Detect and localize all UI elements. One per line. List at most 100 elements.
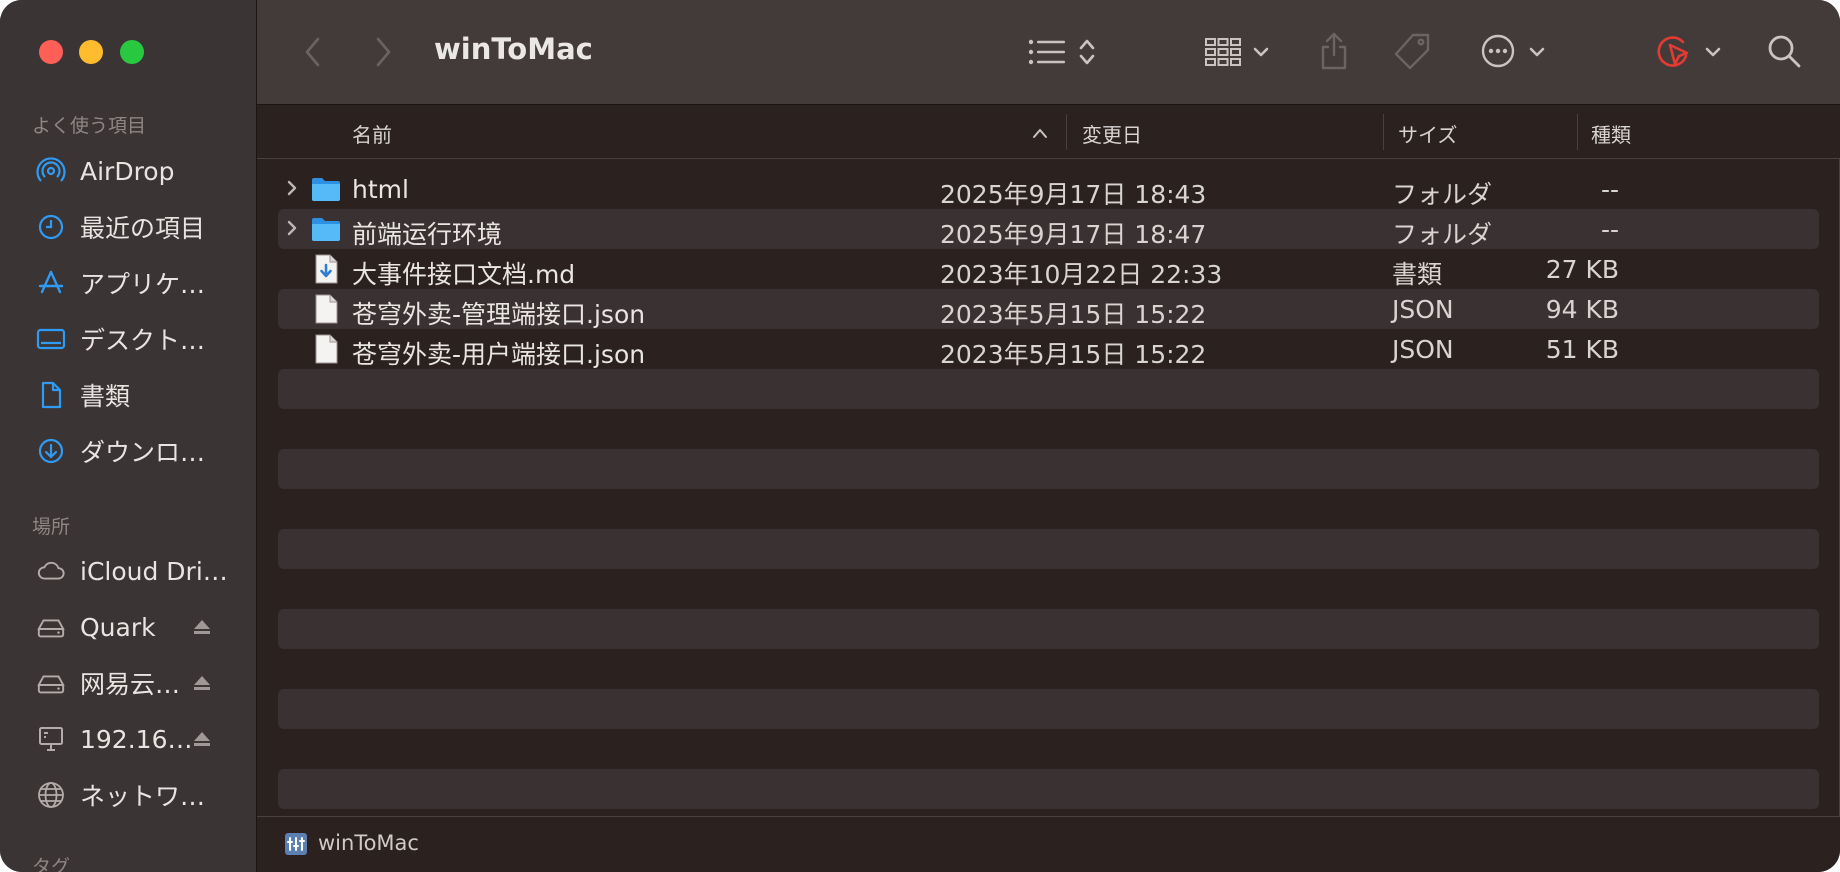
tag-icon[interactable]	[1392, 30, 1434, 72]
folder-icon	[310, 213, 342, 245]
empty-row-stripe	[278, 769, 1819, 809]
sidebar-item-label: AirDrop	[80, 156, 175, 186]
file-row[interactable]: 前端运行环境 2025年9月17日 18:47 -- フォルダ	[278, 209, 1819, 249]
desktop-icon	[36, 324, 66, 354]
sidebar-item-icloud[interactable]: iCloud Dri…	[0, 547, 256, 595]
file-size: 94 KB	[1545, 295, 1619, 324]
sidebar-item-documents[interactable]: 書類	[0, 371, 256, 419]
file-row[interactable]: html 2025年9月17日 18:43 -- フォルダ	[278, 169, 1819, 209]
minimize-button[interactable]	[79, 40, 103, 64]
empty-row-stripe	[278, 449, 1819, 489]
globe-icon	[36, 780, 66, 810]
file-date: 2025年9月17日 18:43	[940, 180, 1207, 209]
column-divider[interactable]	[1577, 114, 1578, 150]
sidebar-item-downloads[interactable]: ダウンロ…	[0, 427, 256, 475]
path-bar: winToMac	[257, 816, 1840, 872]
sort-chevron-icon[interactable]	[1075, 34, 1099, 70]
folder-icon	[310, 173, 342, 205]
file-date: 2025年9月17日 18:47	[940, 220, 1207, 249]
sidebar-item-desktop[interactable]: デスクト…	[0, 315, 256, 363]
more-icon[interactable]	[1479, 32, 1517, 70]
chevron-down-icon[interactable]	[1703, 40, 1723, 64]
sidebar-item-server[interactable]: 192.16…	[0, 715, 256, 763]
sidebar-item-network[interactable]: ネットワ…	[0, 771, 256, 819]
disclosure-chevron-icon[interactable]	[284, 218, 304, 240]
sidebar-item-netease[interactable]: 网易云…	[0, 659, 256, 707]
file-date: 2023年5月15日 15:22	[940, 300, 1207, 329]
file-size: 51 KB	[1545, 335, 1619, 364]
finder-window: よく使う項目 AirDrop 最近の項目 アプリケ… デスクト… 書類 ダウンロ…	[0, 0, 1840, 872]
drive-icon	[36, 612, 66, 642]
window-title: winToMac	[434, 32, 593, 66]
sidebar-item-label: Quark	[80, 612, 156, 642]
sidebar-item-label: ダウンロ…	[80, 438, 206, 467]
file-kind: JSON	[1392, 295, 1454, 324]
tags-heading: タグ	[32, 856, 71, 872]
column-date-header[interactable]: 変更日	[1082, 119, 1142, 148]
file-date: 2023年10月22日 22:33	[940, 260, 1223, 289]
sidebar-item-label: 192.16…	[80, 724, 193, 754]
applications-icon	[36, 268, 66, 298]
document-icon	[36, 380, 66, 410]
share-icon[interactable]	[1317, 30, 1351, 72]
sidebar-item-label: 网易云…	[80, 670, 181, 699]
download-icon	[36, 436, 66, 466]
column-header: 名前 変更日 サイズ 種類	[257, 105, 1840, 159]
airdrop-icon	[36, 156, 66, 186]
file-name: 苍穹外卖-管理端接口.json	[352, 300, 646, 329]
locations-heading: 場所	[32, 516, 71, 538]
file-size: --	[1600, 215, 1619, 244]
cursor-extension-icon[interactable]	[1653, 32, 1693, 72]
file-row[interactable]: 苍穹外卖-用户端接口.json 2023年5月15日 15:22 51 KB J…	[278, 329, 1819, 369]
file-name: html	[352, 175, 409, 204]
eject-icon[interactable]	[192, 729, 212, 749]
sidebar-item-label: デスクト…	[80, 326, 206, 355]
forward-button[interactable]	[371, 34, 395, 70]
file-size: 27 KB	[1545, 255, 1619, 284]
back-button[interactable]	[301, 34, 325, 70]
empty-row-stripe	[278, 689, 1819, 729]
sidebar-item-label: 最近の項目	[80, 214, 206, 243]
sidebar-item-label: 書類	[80, 382, 131, 411]
sidebar-item-applications[interactable]: アプリケ…	[0, 259, 256, 307]
clock-icon	[36, 212, 66, 242]
file-kind: JSON	[1392, 335, 1454, 364]
column-name-header[interactable]: 名前	[352, 119, 392, 148]
list-view-icon[interactable]	[1027, 34, 1067, 70]
favorites-heading: よく使う項目	[32, 115, 147, 137]
close-button[interactable]	[39, 40, 63, 64]
file-name: 苍穹外卖-用户端接口.json	[352, 340, 646, 369]
eject-icon[interactable]	[192, 617, 212, 637]
empty-row-stripe	[278, 609, 1819, 649]
sidebar-item-quark[interactable]: Quark	[0, 603, 256, 651]
file-row[interactable]: 苍穹外卖-管理端接口.json 2023年5月15日 15:22 94 KB J…	[278, 289, 1819, 329]
empty-row-stripe	[278, 529, 1819, 569]
file-kind: フォルダ	[1392, 180, 1493, 209]
sidebar-item-label: アプリケ…	[80, 270, 206, 299]
chevron-down-icon[interactable]	[1527, 40, 1547, 64]
volume-icon[interactable]	[283, 831, 309, 857]
column-kind-header[interactable]: 種類	[1591, 119, 1631, 148]
json-file-icon	[310, 333, 342, 365]
sidebar-item-airdrop[interactable]: AirDrop	[0, 147, 256, 195]
file-kind: 書類	[1392, 260, 1443, 289]
toolbar: winToMac	[257, 0, 1840, 105]
column-divider[interactable]	[1383, 114, 1384, 150]
empty-row-stripe	[278, 369, 1819, 409]
file-name: 大事件接口文档.md	[352, 260, 576, 289]
file-row[interactable]: 大事件接口文档.md 2023年10月22日 22:33 27 KB 書類	[278, 249, 1819, 289]
zoom-button[interactable]	[120, 40, 144, 64]
json-file-icon	[310, 293, 342, 325]
group-icon[interactable]	[1203, 34, 1243, 70]
column-divider[interactable]	[1066, 114, 1067, 150]
eject-icon[interactable]	[192, 673, 212, 693]
path-label[interactable]: winToMac	[318, 831, 419, 855]
column-size-header[interactable]: サイズ	[1398, 119, 1457, 148]
search-icon[interactable]	[1765, 32, 1803, 70]
sidebar-item-recents[interactable]: 最近の項目	[0, 203, 256, 251]
disclosure-chevron-icon[interactable]	[284, 178, 304, 200]
chevron-down-icon[interactable]	[1251, 40, 1271, 64]
server-icon	[36, 724, 66, 754]
sidebar-item-label: ネットワ…	[80, 782, 206, 811]
sort-ascending-icon[interactable]	[1032, 124, 1048, 143]
